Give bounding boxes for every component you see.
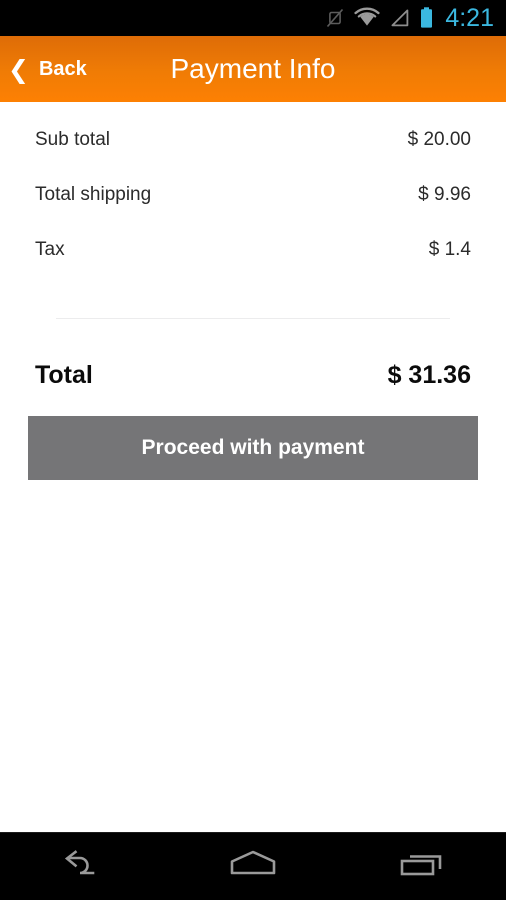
wifi-icon <box>354 7 380 29</box>
summary-row-label: Sub total <box>35 129 110 150</box>
back-button-label: Back <box>38 57 87 80</box>
total-label: Total <box>35 361 93 389</box>
status-bar: 4:21 <box>0 0 506 36</box>
cell-signal-icon <box>389 7 410 29</box>
total-value: $ 31.36 <box>387 361 471 389</box>
battery-icon <box>419 6 434 30</box>
divider <box>56 318 450 319</box>
status-clock: 4:21 <box>445 3 494 32</box>
summary-row-label: Total shipping <box>35 184 152 205</box>
summary-row-value: $ 9.96 <box>418 184 471 205</box>
summary-row-subtotal: Sub total $ 20.00 <box>35 129 471 184</box>
total-row: Total $ 31.36 <box>35 361 471 390</box>
summary-row-label: Tax <box>35 239 65 260</box>
nav-home-icon <box>225 847 281 886</box>
nav-recents-button[interactable] <box>337 833 506 900</box>
nav-back-icon <box>56 847 112 886</box>
nav-back-button[interactable] <box>0 833 169 900</box>
chevron-left-icon: ❮ <box>8 54 29 84</box>
vibrate-off-icon <box>325 7 345 29</box>
summary-row-tax: Tax $ 1.4 <box>35 239 471 294</box>
summary-row-value: $ 20.00 <box>407 129 471 150</box>
nav-home-button[interactable] <box>169 833 338 900</box>
proceed-with-payment-button[interactable]: Proceed with payment <box>28 416 478 480</box>
summary-row-shipping: Total shipping $ 9.96 <box>35 184 471 239</box>
android-navigation-bar <box>0 832 506 900</box>
action-bar: ❮ Back Payment Info <box>0 36 506 102</box>
payment-summary: Sub total $ 20.00 Total shipping $ 9.96 … <box>0 129 506 390</box>
proceed-with-payment-label: Proceed with payment <box>141 436 365 459</box>
nav-recents-icon <box>394 847 450 886</box>
summary-row-value: $ 1.4 <box>428 239 471 260</box>
back-button[interactable]: ❮ Back <box>0 36 87 102</box>
